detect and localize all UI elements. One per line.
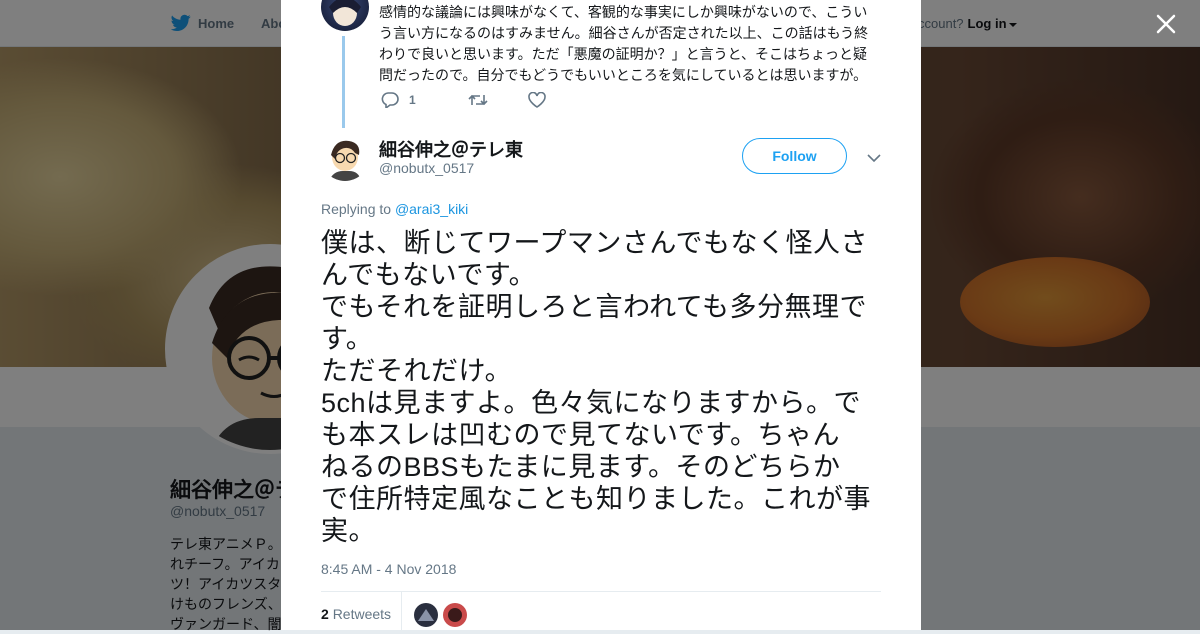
stats-vertical-divider xyxy=(401,592,402,630)
reply-button[interactable]: 1 xyxy=(381,92,416,108)
tweet-text-line: 僕は、断じてワープマンさんでもなく怪人さ xyxy=(321,228,869,258)
prev-tweet-avatar[interactable] xyxy=(321,0,369,31)
retweeter-avatar[interactable] xyxy=(414,603,438,627)
close-icon xyxy=(1156,14,1176,34)
tweet-text-line: 5chは見ますよ。色々気になりますから。で xyxy=(321,388,862,418)
author-handle[interactable]: @nobutx_0517 xyxy=(379,160,474,176)
thread-connector-line xyxy=(342,36,345,128)
author-avatar[interactable] xyxy=(321,133,369,181)
close-modal-button[interactable] xyxy=(1155,13,1177,35)
tweet-permalink-modal: 感情的な議論には興味がなくて、客観的な事実にしか興味がないので、こういう言い方に… xyxy=(281,0,921,630)
more-options-button[interactable] xyxy=(867,150,881,168)
retweet-icon xyxy=(468,94,488,106)
author-avatar-illustration xyxy=(321,133,369,181)
retweeter-avatar-illustration xyxy=(443,603,467,627)
retweet-count: 2 xyxy=(321,606,329,622)
retweet-stats[interactable]: 2 Retweets xyxy=(321,606,391,622)
prev-tweet-text: 感情的な議論には興味がなくて、客観的な事実にしか興味がないので、こういう言い方に… xyxy=(379,4,869,83)
heart-icon xyxy=(527,92,546,108)
like-button[interactable] xyxy=(527,92,546,108)
follow-button[interactable]: Follow xyxy=(742,138,847,174)
retweet-button[interactable] xyxy=(468,93,488,107)
reply-icon xyxy=(381,92,399,108)
retweets-label: Retweets xyxy=(332,606,392,622)
tweet-text-line: んでもないです。 xyxy=(321,260,537,290)
tweet-timestamp[interactable]: 8:45 AM - 4 Nov 2018 xyxy=(321,561,456,577)
tweet-text-line: でもそれを証明しろと言われても多分無理で xyxy=(321,292,867,322)
author-name[interactable]: 細谷伸之＠テレ東 xyxy=(379,136,523,162)
replying-to-handle[interactable]: @arai3_kiki xyxy=(395,201,468,217)
stats-divider xyxy=(321,591,881,592)
tweet-text-line: も本スレは凹むので見てないです。ちゃん xyxy=(321,420,840,450)
tweet-text: 僕は、断じてワープマンさんでもなく怪人さ んでもないです。 でもそれを証明しろと… xyxy=(321,227,886,547)
tweet-text-line: ただそれだけ。 xyxy=(321,356,513,386)
chevron-down-icon xyxy=(867,154,881,163)
replying-to-label: Replying to xyxy=(321,201,392,217)
retweeter-avatar[interactable] xyxy=(443,603,467,627)
tweet-text-line: 実。 xyxy=(321,516,376,546)
tweet-text-line: ねるのBBSもたまに見ます。そのどちらか xyxy=(321,452,841,482)
reply-count: 1 xyxy=(409,93,416,107)
tweet-text-line: で住所特定風なことも知りました。これが事 xyxy=(321,484,871,514)
tweet-text-line: す。 xyxy=(321,324,374,354)
replying-to: Replying to @arai3_kiki xyxy=(321,201,468,217)
prev-tweet-actions: 1 xyxy=(381,92,586,108)
prev-tweet-avatar-illustration xyxy=(329,0,361,26)
retweeter-avatar-illustration xyxy=(414,603,438,627)
